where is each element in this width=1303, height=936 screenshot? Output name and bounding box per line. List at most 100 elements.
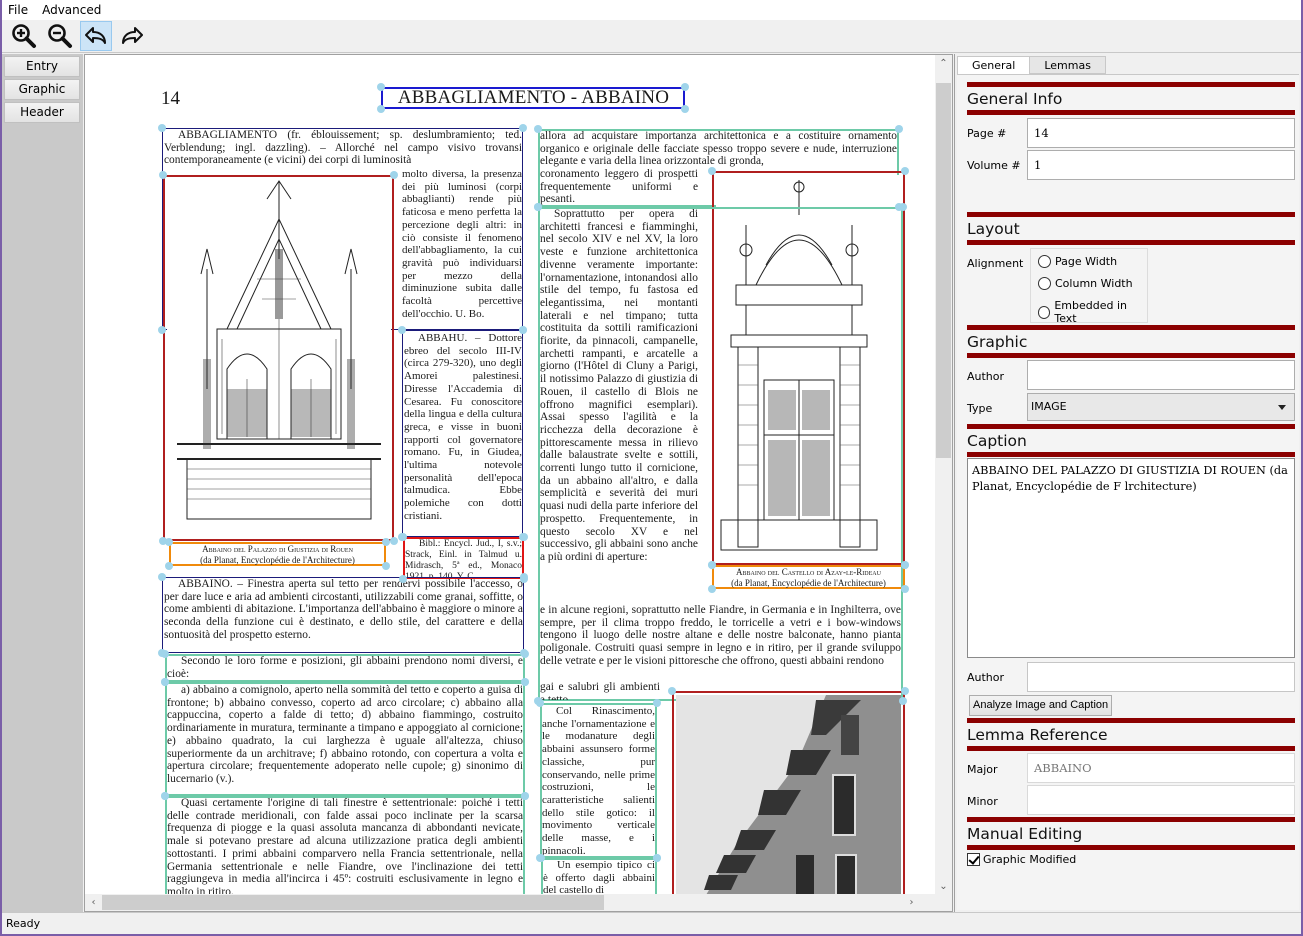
resize-handle[interactable] (653, 854, 661, 862)
scroll-left-arrow[interactable]: ‹ (85, 894, 102, 911)
graphic-author-input[interactable] (1027, 360, 1295, 390)
scroll-up-arrow[interactable]: ⌃ (935, 55, 952, 72)
graphic-author-label: Author (967, 370, 1005, 383)
resize-handle[interactable] (390, 537, 398, 545)
tab-general[interactable]: General (957, 56, 1031, 75)
caption-author-input[interactable] (1027, 662, 1295, 692)
major-lemma-input[interactable]: ABBAINO (1027, 753, 1295, 783)
section-title-lemma-reference: Lemma Reference (967, 726, 1108, 744)
alignment-label: Alignment (967, 257, 1024, 270)
resize-handle[interactable] (708, 585, 716, 593)
app-window: File Advanced Entry Graphic Header 14 AB… (0, 0, 1303, 936)
graphic-mode-button[interactable]: Graphic (4, 79, 80, 100)
resize-handle[interactable] (398, 326, 406, 334)
radio-page-width[interactable]: Page Width (1038, 255, 1117, 268)
resize-handle[interactable] (377, 83, 385, 91)
resize-handle[interactable] (165, 562, 173, 570)
resize-handle[interactable] (537, 854, 545, 862)
resize-handle[interactable] (399, 533, 407, 541)
volume-number-label: Volume # (967, 159, 1021, 172)
horizontal-scroll-thumb[interactable] (102, 895, 604, 910)
resize-handle[interactable] (708, 561, 716, 569)
zoom-out-button[interactable] (44, 21, 76, 51)
graphic-modified-checkbox-row[interactable]: Graphic Modified (967, 853, 1076, 866)
resize-handle[interactable] (165, 538, 173, 546)
resize-handle[interactable] (708, 167, 716, 175)
menu-file[interactable]: File (8, 3, 28, 17)
resize-handle[interactable] (681, 105, 689, 113)
section-divider (967, 353, 1295, 358)
paragraph-list: a) abbaino a comignolo, aperto nella som… (167, 684, 523, 785)
page-number-input[interactable]: 14 (1027, 118, 1295, 148)
resize-handle[interactable] (382, 562, 390, 570)
redo-button[interactable] (116, 21, 148, 51)
resize-handle[interactable] (901, 687, 909, 695)
volume-number-input[interactable]: 1 (1027, 150, 1295, 180)
resize-handle[interactable] (901, 585, 909, 593)
section-title-graphic: Graphic (967, 333, 1028, 351)
graphic-modified-checkbox[interactable] (967, 853, 980, 866)
panel-tabs: General Lemmas (957, 56, 1106, 75)
radio-column-width[interactable]: Column Width (1038, 277, 1133, 290)
resize-handle[interactable] (521, 650, 529, 658)
paragraph-allora-full: allora ad acquistare importanza architet… (540, 130, 897, 168)
radio-button[interactable] (1038, 255, 1051, 268)
resize-handle[interactable] (536, 699, 544, 707)
radio-button[interactable] (1038, 305, 1051, 319)
resize-handle[interactable] (158, 326, 166, 334)
resize-handle[interactable] (377, 105, 385, 113)
paragraph-soprattutto: Soprattutto per opera di architetti fran… (540, 208, 698, 563)
radio-label: Page Width (1055, 255, 1118, 268)
resize-handle[interactable] (158, 124, 166, 132)
mode-sidebar: Entry Graphic Header (2, 54, 83, 912)
tab-lemmas[interactable]: Lemmas (1029, 56, 1106, 74)
horizontal-scrollbar[interactable]: ‹ › (85, 894, 937, 911)
resize-handle[interactable] (895, 125, 903, 133)
resize-handle[interactable] (668, 687, 676, 695)
resize-handle[interactable] (399, 575, 407, 583)
resize-handle[interactable] (382, 538, 390, 546)
resize-handle[interactable] (520, 573, 528, 581)
undo-button[interactable] (80, 21, 112, 51)
resize-handle[interactable] (653, 699, 661, 707)
analyze-image-caption-button[interactable]: Analyze Image and Caption (969, 695, 1113, 716)
undo-icon (85, 27, 106, 44)
zoom-in-button[interactable] (8, 21, 40, 51)
radio-embedded-in-text[interactable]: Embedded in Text (1038, 299, 1147, 325)
scroll-down-arrow[interactable]: ⌄ (935, 878, 952, 895)
resize-handle[interactable] (159, 171, 167, 179)
graphic-type-select[interactable]: IMAGE (1027, 393, 1295, 421)
resize-handle[interactable] (901, 167, 909, 175)
vertical-scroll-thumb[interactable] (936, 83, 951, 458)
resize-handle[interactable] (681, 83, 689, 91)
scroll-right-arrow[interactable]: › (903, 894, 920, 911)
resize-handle[interactable] (534, 125, 542, 133)
resize-handle[interactable] (521, 792, 529, 800)
graphic-type-label: Type (967, 402, 993, 415)
radio-button[interactable] (1038, 277, 1051, 290)
resize-handle[interactable] (390, 171, 398, 179)
entry-mode-button[interactable]: Entry (4, 56, 80, 77)
resize-handle[interactable] (520, 533, 528, 541)
caption-textarea[interactable]: ABBAINO DEL PALAZZO DI GIUSTIZIA DI ROUE… (967, 458, 1295, 658)
menu-advanced[interactable]: Advanced (42, 3, 101, 17)
resize-handle[interactable] (519, 124, 527, 132)
section-divider (967, 212, 1295, 217)
resize-handle[interactable] (521, 678, 529, 686)
resize-handle[interactable] (901, 561, 909, 569)
entry-abbahu: ABBAHU. – Dottore ebreo del secolo III-I… (404, 332, 522, 522)
vertical-scrollbar[interactable]: ⌃ ⌄ (935, 55, 952, 895)
resize-handle[interactable] (161, 792, 169, 800)
resize-handle[interactable] (899, 697, 907, 705)
document-viewer[interactable]: 14 ABBAGLIAMENTO - ABBAINO ABBAGLIAMENTO… (84, 54, 953, 912)
header-mode-button[interactable]: Header (4, 102, 80, 123)
resize-handle[interactable] (161, 650, 169, 658)
resize-handle[interactable] (158, 573, 166, 581)
resize-handle[interactable] (161, 678, 169, 686)
minor-lemma-input[interactable] (1027, 785, 1295, 815)
resize-handle[interactable] (534, 203, 542, 211)
resize-handle[interactable] (519, 326, 527, 334)
resize-handle[interactable] (899, 203, 907, 211)
radio-label: Column Width (1055, 277, 1133, 290)
redo-icon (122, 27, 143, 44)
